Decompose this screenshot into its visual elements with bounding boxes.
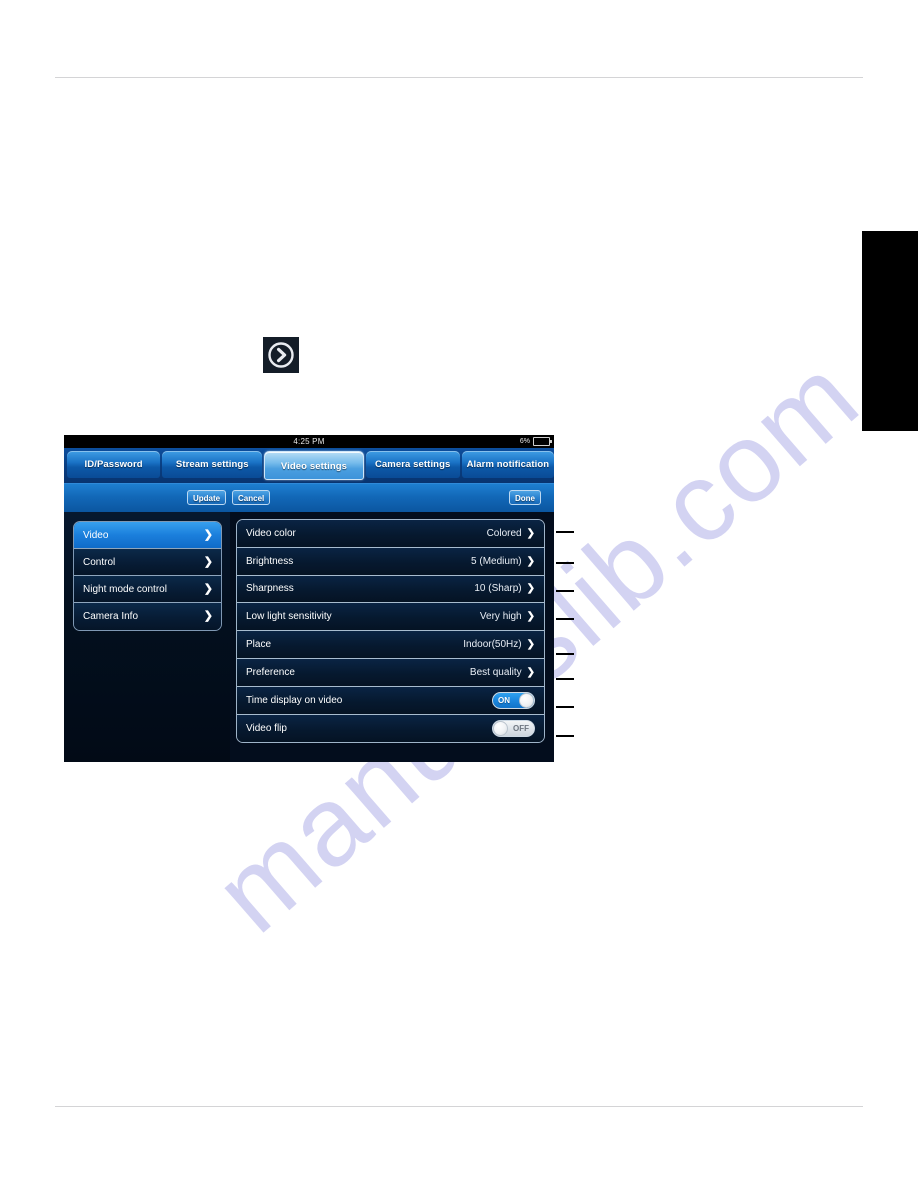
setting-row-low-light-sensitivity[interactable]: Low light sensitivity Very high ❯ — [237, 603, 544, 632]
setting-label: Brightness — [246, 555, 294, 567]
chevron-right-icon: ❯ — [203, 556, 213, 568]
tab-bar: ID/Password Stream settings Video settin… — [64, 448, 554, 483]
chevron-right-icon: ❯ — [526, 555, 535, 567]
setting-row-brightness[interactable]: Brightness 5 (Medium) ❯ — [237, 547, 544, 576]
battery-percent-label: 6% — [519, 438, 530, 445]
sidebar-item-label: Video — [83, 530, 109, 541]
setting-value: Indoor(50Hz) — [463, 639, 522, 651]
sidebar-item-control[interactable]: Control ❯ — [74, 549, 221, 576]
toggle-knob — [519, 692, 534, 708]
page-header-rule — [55, 77, 863, 78]
video-flip-toggle[interactable]: OFF — [492, 719, 535, 737]
sidebar-item-camera-info[interactable]: Camera Info ❯ — [74, 603, 221, 630]
content-area: Video ❯ Control ❯ Night mode control ❯ C… — [64, 512, 554, 762]
setting-label: Place — [246, 639, 272, 651]
setting-value: Best quality — [469, 666, 522, 678]
page-edge-marker — [862, 231, 918, 431]
setting-value: 5 (Medium) — [471, 555, 522, 567]
setting-label: Preference — [246, 666, 295, 678]
setting-row-preference[interactable]: Preference Best quality ❯ — [237, 658, 544, 687]
chevron-right-icon: ❯ — [526, 666, 535, 678]
status-time: 4:25 PM — [293, 437, 325, 446]
sidebar-item-label: Night mode control — [83, 584, 167, 595]
tab-alarm-notification[interactable]: Alarm notification — [461, 451, 554, 478]
setting-row-time-display-on-video[interactable]: Time display on video ON — [237, 686, 544, 715]
setting-label: Sharpness — [246, 583, 294, 595]
callout-leader-6 — [556, 678, 574, 680]
sidebar-item-label: Control — [83, 557, 116, 568]
tab-stream-settings[interactable]: Stream settings — [162, 451, 263, 478]
callout-leader-2 — [556, 562, 574, 564]
chevron-right-icon: ❯ — [526, 611, 535, 623]
chevron-right-icon: ❯ — [526, 583, 535, 595]
setting-value: 10 (Sharp) — [474, 583, 522, 595]
chevron-right-icon: ❯ — [526, 639, 535, 651]
callout-leader-1 — [556, 531, 574, 533]
setting-label: Video flip — [246, 722, 287, 734]
setting-label: Time display on video — [246, 694, 343, 706]
sidebar-item-video[interactable]: Video ❯ — [74, 522, 221, 549]
chevron-right-icon: ❯ — [203, 529, 213, 541]
battery-indicator: 6% — [519, 435, 552, 448]
setting-value: Very high — [479, 611, 522, 623]
toggle-knob — [493, 720, 508, 736]
sidebar-item-label: Camera Info — [83, 611, 139, 622]
sidebar-item-night-mode-control[interactable]: Night mode control ❯ — [74, 576, 221, 603]
callout-leader-4 — [556, 618, 574, 620]
sidebar-list: Video ❯ Control ❯ Night mode control ❯ C… — [73, 521, 222, 631]
toggle-state-label: ON — [498, 695, 510, 705]
toggle-state-label: OFF — [513, 723, 529, 733]
status-bar: 4:25 PM 6% — [64, 435, 554, 448]
settings-panel: Video color Colored ❯ Brightness 5 (Medi… — [230, 512, 554, 762]
callout-leader-5 — [556, 653, 574, 655]
chevron-right-icon: ❯ — [203, 583, 213, 595]
callout-leader-8 — [556, 735, 574, 737]
tab-camera-settings[interactable]: Camera settings — [365, 451, 460, 478]
setting-row-sharpness[interactable]: Sharpness 10 (Sharp) ❯ — [237, 575, 544, 604]
chevron-right-icon: ❯ — [203, 610, 213, 622]
done-button[interactable]: Done — [509, 490, 541, 505]
setting-row-video-flip[interactable]: Video flip OFF — [237, 714, 544, 743]
time-display-toggle[interactable]: ON — [492, 691, 535, 709]
battery-icon — [533, 437, 552, 446]
tab-id-password[interactable]: ID/Password — [67, 451, 161, 478]
page-footer-rule — [55, 1106, 863, 1107]
update-button[interactable]: Update — [187, 490, 227, 505]
tab-video-settings[interactable]: Video settings — [264, 451, 364, 480]
callout-leader-3 — [556, 590, 574, 592]
chevron-right-icon: ❯ — [526, 527, 535, 539]
setting-label: Video color — [246, 527, 296, 539]
setting-value: Colored — [486, 527, 522, 539]
chevron-right-circle-icon — [263, 337, 299, 373]
setting-label: Low light sensitivity — [246, 611, 332, 623]
setting-row-video-color[interactable]: Video color Colored ❯ — [237, 520, 544, 548]
settings-list: Video color Colored ❯ Brightness 5 (Medi… — [236, 519, 545, 744]
setting-row-place[interactable]: Place Indoor(50Hz) ❯ — [237, 631, 544, 659]
toolbar: Update Cancel Done — [64, 483, 554, 512]
cancel-button[interactable]: Cancel — [232, 490, 271, 505]
callout-leader-7 — [556, 706, 574, 708]
sidebar: Video ❯ Control ❯ Night mode control ❯ C… — [64, 512, 230, 762]
device-screenshot: 4:25 PM 6% ID/Password Stream settings V… — [64, 435, 554, 762]
